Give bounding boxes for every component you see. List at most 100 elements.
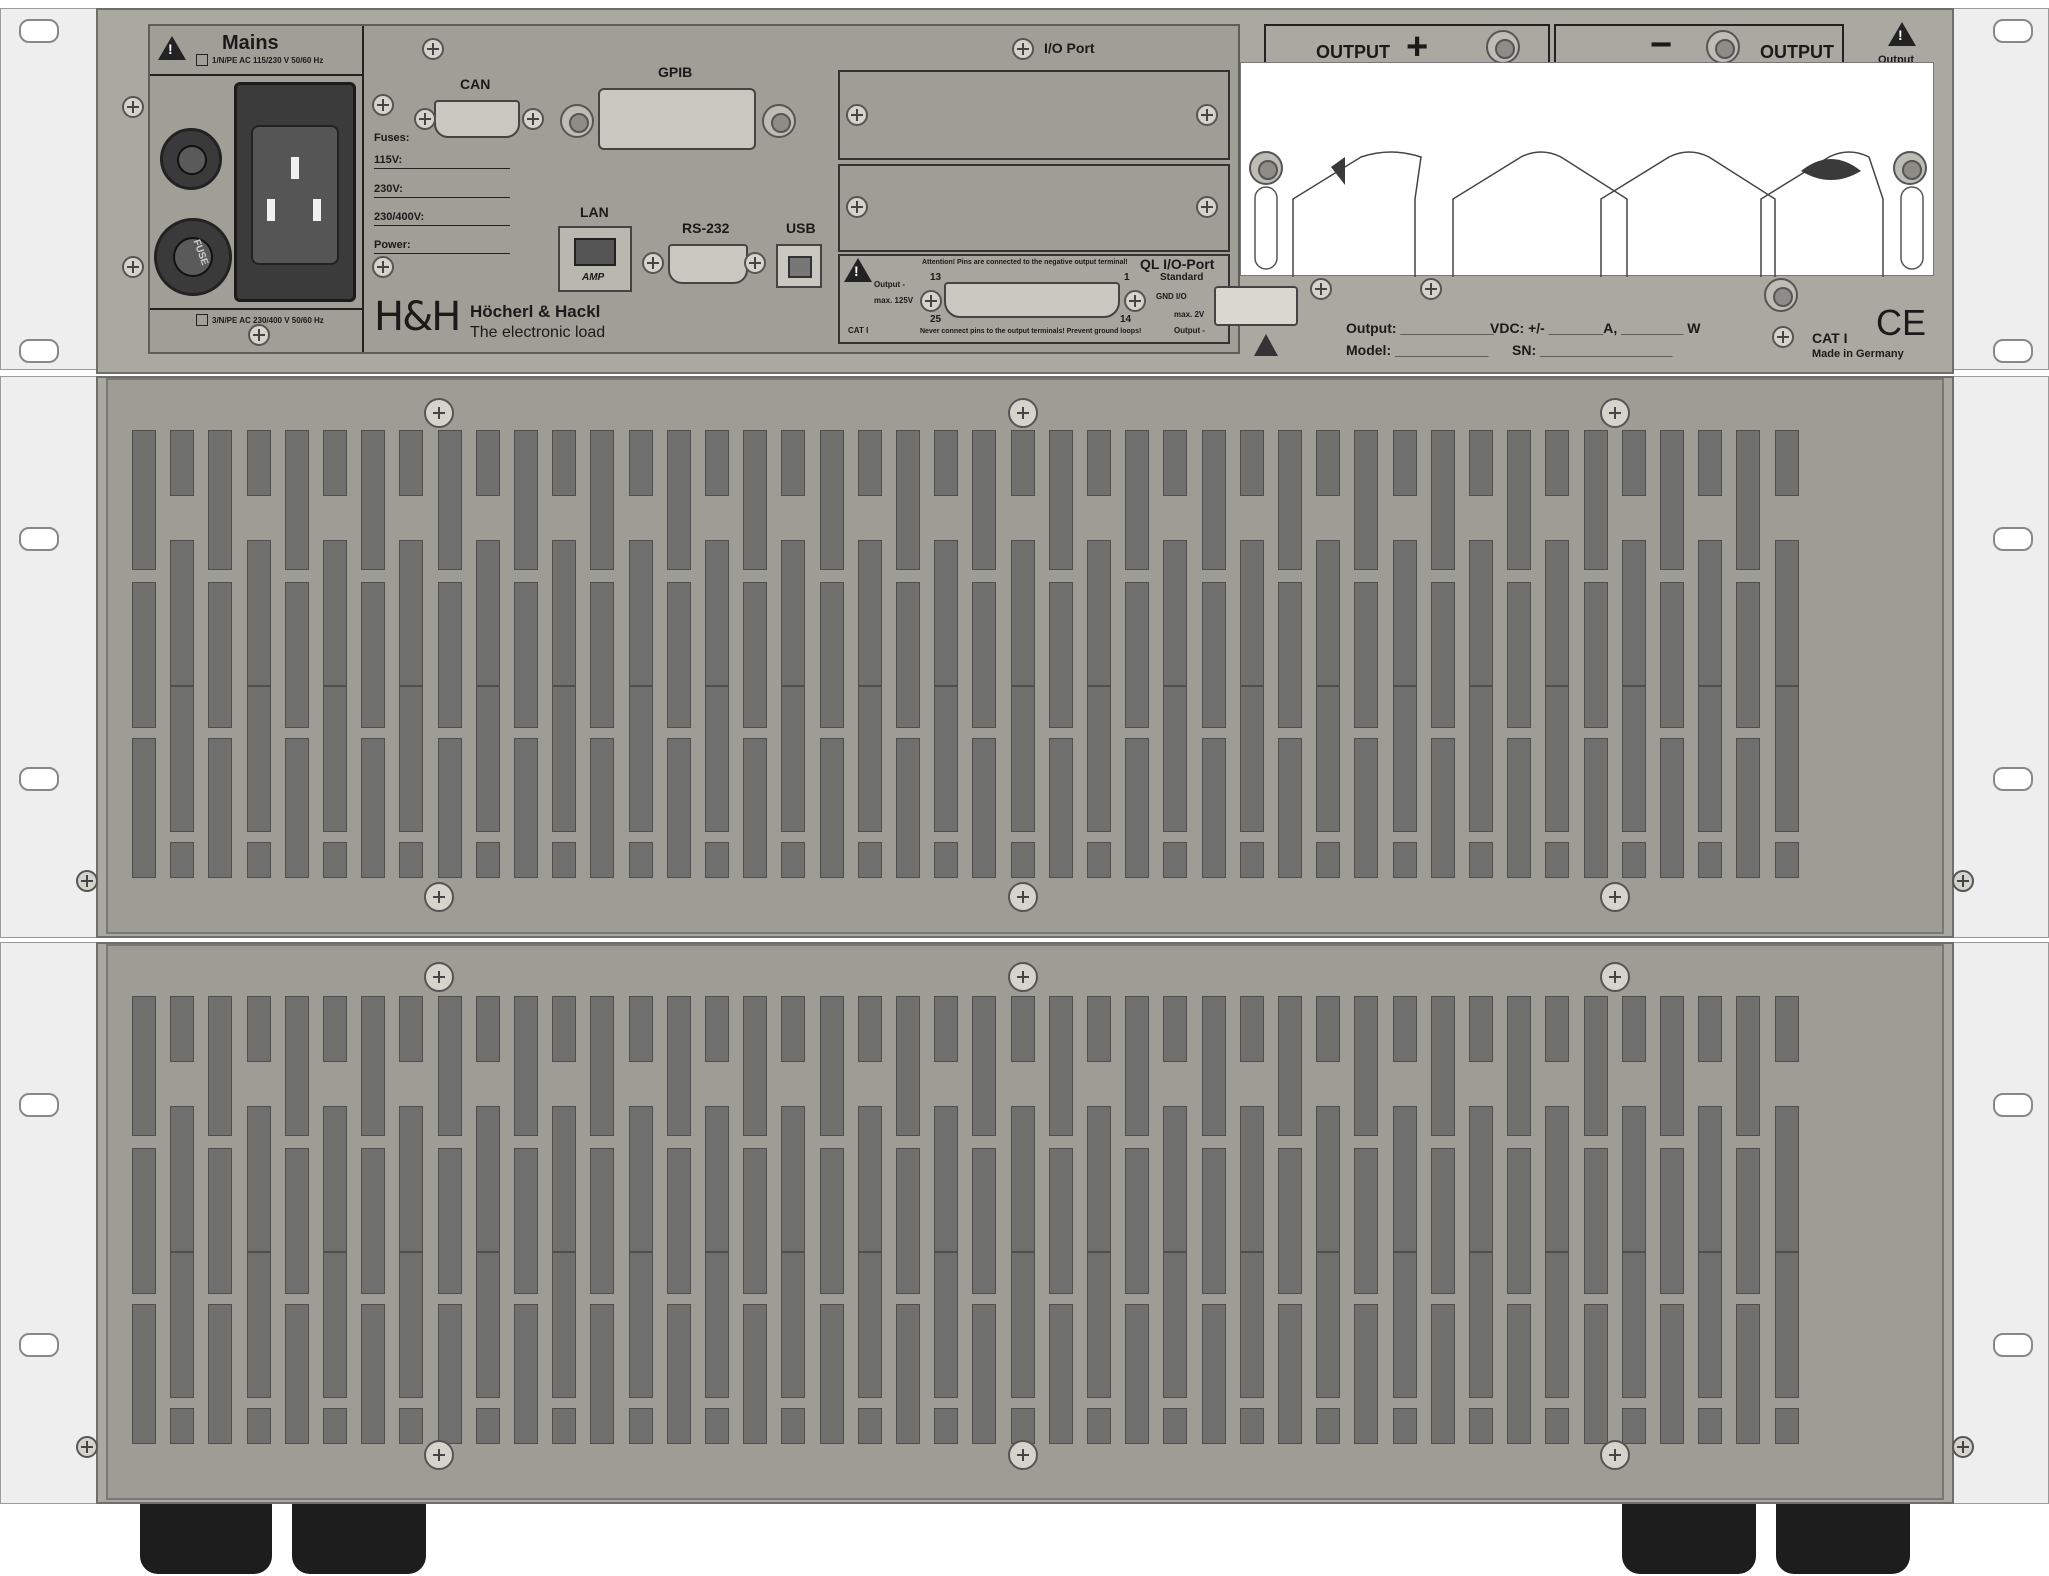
vent-slot — [399, 1252, 424, 1398]
usb-port[interactable] — [776, 244, 822, 288]
vent-slot — [934, 430, 959, 496]
vent-slot — [781, 1252, 806, 1398]
vent-slot — [514, 582, 538, 728]
vent-slot — [1469, 430, 1493, 496]
rating-3ph: 3/N/PE AC 230/400 V 50/60 Hz — [212, 316, 324, 325]
power-inlet[interactable] — [234, 82, 356, 302]
vent-slot — [1774, 540, 1799, 686]
vent-slot — [552, 1408, 577, 1444]
vent-slot — [972, 1148, 997, 1294]
vent-slot — [437, 430, 462, 570]
gpib-port[interactable] — [598, 88, 756, 150]
ql-pin14: 14 — [1120, 314, 1132, 325]
checkbox-3ph[interactable] — [196, 314, 208, 326]
vent-slot — [896, 1148, 920, 1294]
vent-slot — [590, 1148, 615, 1294]
vent-slot — [1278, 1148, 1302, 1294]
vent-slot — [246, 686, 271, 832]
vent-slot — [1430, 1148, 1455, 1294]
lan-port[interactable]: AMP — [558, 226, 632, 292]
vent-slot — [628, 686, 653, 832]
screw-icon — [76, 1436, 98, 1458]
fuse-holder-icon[interactable] — [160, 128, 222, 190]
fuse-115v: 115V: — [374, 154, 403, 166]
vent-slot — [1354, 996, 1379, 1136]
io-slot-cover — [838, 70, 1230, 160]
vent-slot — [1774, 996, 1799, 1062]
vent-slot — [857, 842, 882, 878]
vent-slot — [705, 430, 729, 496]
screw-icon — [1952, 870, 1974, 892]
vent-slot — [1048, 1304, 1073, 1444]
vent-slot — [1698, 1106, 1723, 1252]
vent-slot — [1430, 1304, 1455, 1444]
vent-slot — [1621, 686, 1646, 832]
vent-slot — [1239, 430, 1264, 496]
fuses-title: Fuses: — [374, 132, 410, 144]
vent-slot — [1430, 996, 1455, 1136]
ql-io-connector[interactable] — [944, 282, 1120, 318]
vent-slot — [628, 540, 653, 686]
vent-slot — [399, 430, 424, 496]
vent-slot — [1239, 1408, 1264, 1444]
checkbox-1ph[interactable] — [196, 54, 208, 66]
vent-slot — [1660, 738, 1684, 878]
vent-slot — [1125, 1304, 1150, 1444]
vent-slot — [972, 582, 997, 728]
vent-slot — [552, 686, 577, 832]
vent-slot — [1316, 686, 1341, 832]
vent-slot — [1660, 1304, 1684, 1444]
vent-slot — [1392, 1106, 1417, 1252]
vent-slot — [819, 1304, 844, 1444]
vent-slot — [1354, 738, 1379, 878]
vent-slot — [323, 686, 347, 832]
vent-slot — [361, 996, 386, 1136]
ql-output-minus-2: Output - — [1174, 326, 1206, 335]
vent-slot — [437, 1304, 462, 1444]
rubber-foot — [1622, 1504, 1756, 1574]
vent-slot — [399, 842, 424, 878]
terminal-cover[interactable] — [1240, 62, 1934, 277]
screw-icon — [1600, 962, 1630, 992]
vent-slot — [743, 738, 768, 878]
vent-slot — [1583, 996, 1608, 1136]
vent-slot — [1354, 582, 1379, 728]
vent-slot — [1087, 996, 1111, 1062]
vent-slot — [475, 430, 500, 496]
vent-slot — [628, 842, 653, 878]
vent-slot — [1774, 842, 1799, 878]
can-port[interactable] — [434, 100, 520, 138]
rack-hole — [19, 527, 59, 551]
rs232-port[interactable] — [668, 244, 748, 284]
vent-slot — [323, 1408, 347, 1444]
vent-slot — [361, 738, 386, 878]
vent-slot — [857, 1106, 882, 1252]
vent-slot — [1201, 738, 1226, 878]
vent-slot — [1774, 1252, 1799, 1398]
screw-icon — [424, 398, 454, 428]
vent-slot — [475, 996, 500, 1062]
fuse-holder-icon[interactable]: FUSE — [154, 218, 232, 296]
vent-slot — [1507, 738, 1532, 878]
vent-slot — [590, 738, 615, 878]
screw-icon — [762, 104, 796, 138]
vent-slot — [934, 842, 959, 878]
vent-slot — [857, 430, 882, 496]
vent-slot — [1239, 686, 1264, 832]
mains-divider — [150, 308, 362, 310]
vent-slot — [1239, 1252, 1264, 1398]
vent-slot — [1163, 540, 1188, 686]
vent-slot — [1354, 430, 1379, 570]
vent-slot — [1125, 582, 1150, 728]
screw-icon — [846, 104, 868, 126]
io-port-label: I/O Port — [1044, 40, 1095, 56]
output-terminal-bolt[interactable] — [1214, 286, 1298, 326]
vent-slot — [1698, 1252, 1723, 1398]
vent-slot — [399, 996, 424, 1062]
vent-slot — [284, 1304, 309, 1444]
vent-slot — [896, 738, 920, 878]
vent-slot — [514, 1304, 538, 1444]
vent-slot — [170, 540, 195, 686]
cover-slot — [1254, 186, 1278, 270]
screw-icon — [1764, 278, 1798, 312]
